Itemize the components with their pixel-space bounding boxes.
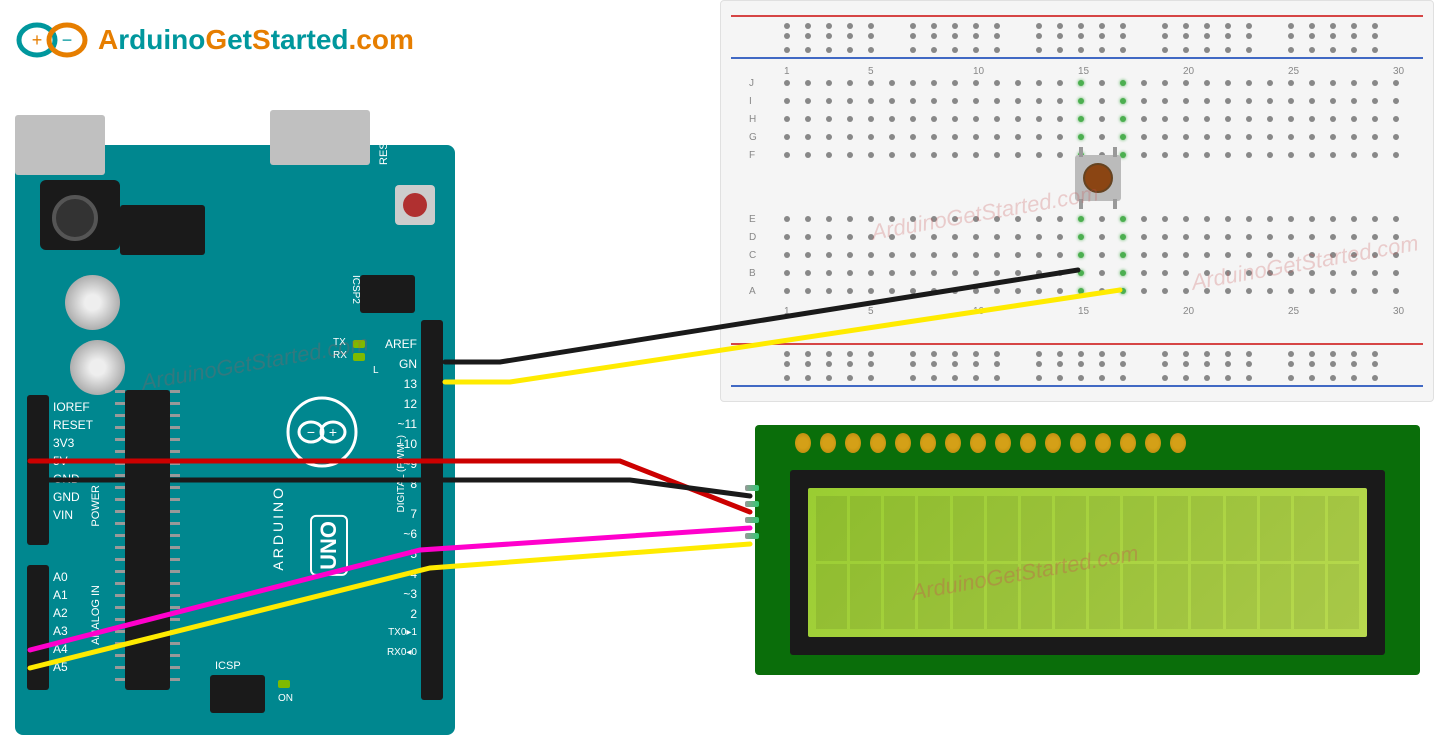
rx-led — [353, 353, 365, 361]
lcd-screen — [808, 488, 1367, 637]
pin-gnd-d: GN — [399, 357, 417, 371]
pin-12: 12 — [404, 397, 417, 411]
pin-3v3: 3V3 — [53, 436, 74, 450]
pin-a1: A1 — [53, 588, 68, 602]
analog-section-label: ANALOG IN — [90, 585, 102, 645]
icsp2-header — [360, 275, 415, 313]
bb-col-15: 15 — [1078, 66, 1089, 77]
pin-10: ~10 — [397, 437, 417, 451]
pin-3: ~3 — [403, 587, 417, 601]
pin-9: ~9 — [403, 457, 417, 471]
pin-a4: A4 — [53, 642, 68, 656]
usb-b-port — [270, 110, 370, 165]
on-led — [278, 680, 290, 688]
lcd-top-pins — [795, 433, 1186, 453]
arduino-brand-text: ARDUINO — [270, 485, 286, 571]
reset-button — [395, 185, 435, 225]
svg-text:+: + — [32, 30, 43, 50]
bb-col-10: 10 — [973, 66, 984, 77]
pin-a2: A2 — [53, 606, 68, 620]
voltage-regulator — [120, 205, 205, 255]
bb-row-c: C — [749, 250, 756, 261]
lcd-screen-frame — [790, 470, 1385, 655]
arduino-logo-icon: −+ — [285, 395, 360, 470]
power-section-label: POWER — [90, 485, 102, 527]
pin-reset: RESET — [53, 418, 93, 432]
icsp-label: ICSP — [215, 660, 241, 672]
bb-col-20: 20 — [1183, 66, 1194, 77]
bb-row-f: F — [749, 150, 755, 161]
pin-aref: AREF — [385, 337, 417, 351]
bb-row-g: G — [749, 132, 757, 143]
pin-8: 8 — [410, 477, 417, 491]
uno-model-text: UNO — [310, 515, 348, 576]
svg-text:−: − — [307, 424, 315, 440]
pin-7: 7 — [410, 507, 417, 521]
pin-11: ~11 — [398, 417, 417, 431]
bb-col-25: 25 — [1288, 66, 1299, 77]
logo-icon: +− — [15, 10, 90, 70]
pin-4: 4 — [410, 567, 417, 581]
pin-gnd2: GND — [53, 490, 80, 504]
arduino-uno-board: RESET ICSP2 TX RX L −+ ARDUINO UNO ICSP … — [15, 145, 455, 735]
l-label: L — [373, 365, 379, 376]
pin-6: ~6 — [403, 527, 417, 541]
usb-port — [15, 115, 105, 175]
icsp2-label: ICSP2 — [350, 275, 361, 304]
svg-text:+: + — [329, 424, 337, 440]
bb-col-30: 30 — [1393, 306, 1404, 317]
bb-row-i: I — [749, 96, 752, 107]
capacitor-1 — [65, 275, 120, 330]
power-pin-header — [27, 395, 49, 545]
pin-13: 13 — [404, 377, 417, 391]
pin-tx0: TX0▸1 — [388, 627, 417, 638]
bb-row-j: J — [749, 78, 754, 89]
breadboard: J I H G F E D C B A 11551010151520202525… — [720, 0, 1434, 402]
bb-col-1: 1 — [784, 66, 790, 77]
bb-col-10: 10 — [973, 306, 984, 317]
bb-col-5: 5 — [868, 66, 874, 77]
bb-col-5: 5 — [868, 306, 874, 317]
on-label: ON — [278, 693, 293, 704]
bb-row-a: A — [749, 286, 756, 297]
digital-pin-header — [421, 320, 443, 700]
bb-row-h: H — [749, 114, 756, 125]
power-jack — [40, 180, 120, 250]
bb-col-30: 30 — [1393, 66, 1404, 77]
pin-a3: A3 — [53, 624, 68, 638]
atmega-chip — [125, 390, 170, 690]
pin-a5: A5 — [53, 660, 68, 674]
analog-pin-header — [27, 565, 49, 690]
bb-col-15: 15 — [1078, 306, 1089, 317]
pin-5: ~5 — [403, 547, 417, 561]
push-button — [1075, 155, 1121, 201]
rx-label: RX — [333, 350, 347, 361]
pin-gnd1: GND — [53, 472, 80, 486]
tx-label: TX — [333, 337, 346, 348]
pin-a0: A0 — [53, 570, 68, 584]
bb-row-d: D — [749, 232, 756, 243]
bb-col-25: 25 — [1288, 306, 1299, 317]
svg-text:−: − — [62, 30, 73, 50]
pin-5v: 5V — [53, 454, 68, 468]
pin-rx0: RX0◂0 — [387, 647, 417, 658]
lcd-i2c-display — [755, 425, 1420, 675]
tx-led — [353, 340, 365, 348]
bb-row-e: E — [749, 214, 756, 225]
icsp-header — [210, 675, 265, 713]
lcd-i2c-pins — [745, 485, 759, 539]
site-logo: +− ArduinoGetStarted.com — [15, 10, 414, 70]
pin-2: 2 — [410, 607, 417, 621]
bb-col-1: 1 — [784, 306, 790, 317]
capacitor-2 — [70, 340, 125, 395]
logo-text: ArduinoGetStarted.com — [98, 24, 414, 56]
pin-ioref: IOREF — [53, 400, 90, 414]
pin-vin: VIN — [53, 508, 73, 522]
bb-row-b: B — [749, 268, 756, 279]
bb-col-20: 20 — [1183, 306, 1194, 317]
reset-label: RESET — [378, 128, 390, 165]
